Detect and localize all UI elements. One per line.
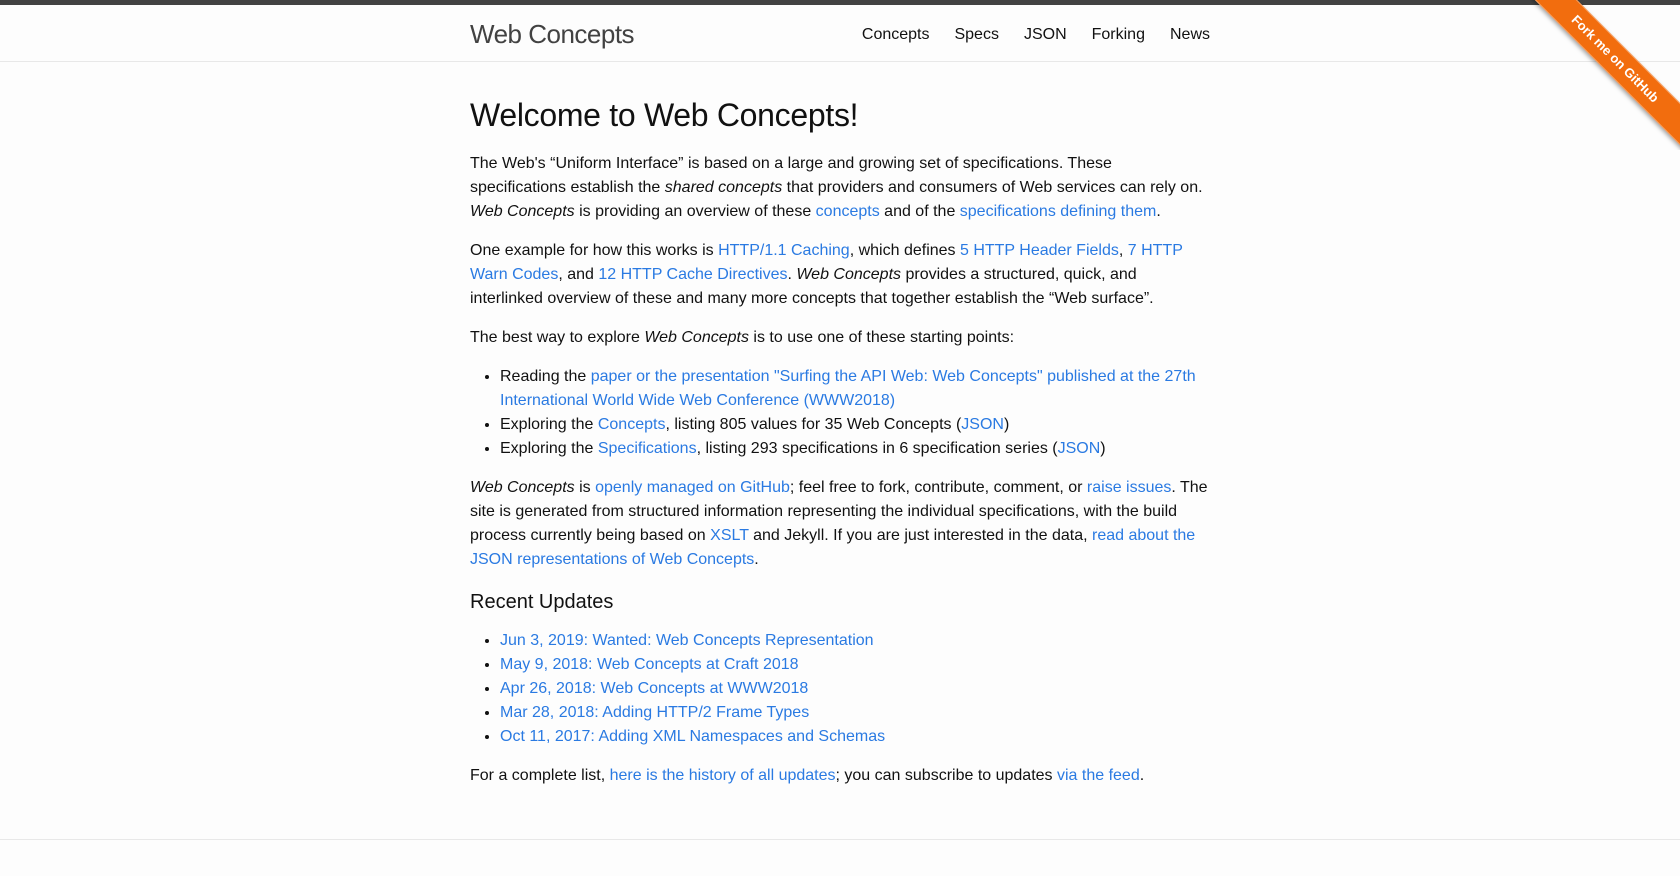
list-item: Exploring the Concepts, listing 805 valu… [500, 413, 1210, 437]
github-link[interactable]: openly managed on GitHub [595, 479, 790, 496]
update-link[interactable]: Jun 3, 2019: Wanted: Web Concepts Repres… [500, 632, 874, 649]
specifications-defining-them-link[interactable]: specifications defining them [960, 203, 1157, 220]
cache-directives-link[interactable]: 12 HTTP Cache Directives [598, 266, 787, 283]
nav-json[interactable]: JSON [1024, 23, 1067, 47]
specifications-overview-link[interactable]: Specifications [598, 440, 697, 457]
header-fields-link[interactable]: 5 HTTP Header Fields [960, 242, 1119, 259]
footer-divider [0, 839, 1680, 840]
explore-paragraph: The best way to explore Web Concepts is … [470, 329, 1015, 346]
github-paragraph: Web Concepts is openly managed on GitHub… [470, 479, 1208, 568]
starting-points-list: Reading the paper or the presentation "S… [470, 365, 1210, 461]
raise-issues-link[interactable]: raise issues [1087, 479, 1171, 496]
list-item: Oct 11, 2017: Adding XML Namespaces and … [500, 725, 1210, 749]
list-item: Mar 28, 2018: Adding HTTP/2 Frame Types [500, 701, 1210, 725]
main-content: Welcome to Web Concepts! The Web's “Unif… [470, 61, 1210, 803]
update-link[interactable]: Oct 11, 2017: Adding XML Namespaces and … [500, 728, 885, 745]
paper-presentation-link[interactable]: paper or the presentation "Surfing the A… [500, 368, 1196, 409]
nav-news[interactable]: News [1170, 23, 1210, 47]
site-title-link[interactable]: Web Concepts [470, 18, 635, 50]
list-item: Jun 3, 2019: Wanted: Web Concepts Repres… [500, 629, 1210, 653]
fork-ribbon-container: Fork me on GitHub [1530, 0, 1680, 150]
page-title: Welcome to Web Concepts! [470, 97, 859, 133]
concepts-json-link[interactable]: JSON [961, 416, 1004, 433]
list-item: May 9, 2018: Web Concepts at Craft 2018 [500, 653, 1210, 677]
site-header: Web Concepts Concepts Specs JSON Forking… [0, 5, 1680, 62]
recent-updates-list: Jun 3, 2019: Wanted: Web Concepts Repres… [470, 629, 1210, 749]
list-item: Apr 26, 2018: Web Concepts at WWW2018 [500, 677, 1210, 701]
example-paragraph: One example for how this works is HTTP/1… [470, 242, 1183, 307]
update-link[interactable]: Mar 28, 2018: Adding HTTP/2 Frame Types [500, 704, 809, 721]
main-nav: Concepts Specs JSON Forking News [862, 23, 1210, 47]
list-item: Exploring the Specifications, listing 29… [500, 437, 1210, 461]
nav-concepts[interactable]: Concepts [862, 23, 930, 47]
feed-link[interactable]: via the feed [1057, 767, 1140, 784]
history-of-updates-link[interactable]: here is the history of all updates [610, 767, 836, 784]
list-item: Reading the paper or the presentation "S… [500, 365, 1210, 413]
update-link[interactable]: May 9, 2018: Web Concepts at Craft 2018 [500, 656, 799, 673]
concepts-overview-link[interactable]: Concepts [598, 416, 666, 433]
intro-paragraph: The Web's “Uniform Interface” is based o… [470, 155, 1203, 220]
http-caching-link[interactable]: HTTP/1.1 Caching [718, 242, 850, 259]
concepts-link[interactable]: concepts [816, 203, 880, 220]
specifications-json-link[interactable]: JSON [1058, 440, 1101, 457]
recent-updates-heading: Recent Updates [470, 591, 614, 613]
fork-me-on-github-ribbon[interactable]: Fork me on GitHub [1530, 0, 1680, 150]
update-link[interactable]: Apr 26, 2018: Web Concepts at WWW2018 [500, 680, 808, 697]
nav-specs[interactable]: Specs [954, 23, 998, 47]
complete-list-paragraph: For a complete list, here is the history… [470, 767, 1145, 784]
xslt-link[interactable]: XSLT [710, 527, 749, 544]
nav-forking[interactable]: Forking [1092, 23, 1145, 47]
